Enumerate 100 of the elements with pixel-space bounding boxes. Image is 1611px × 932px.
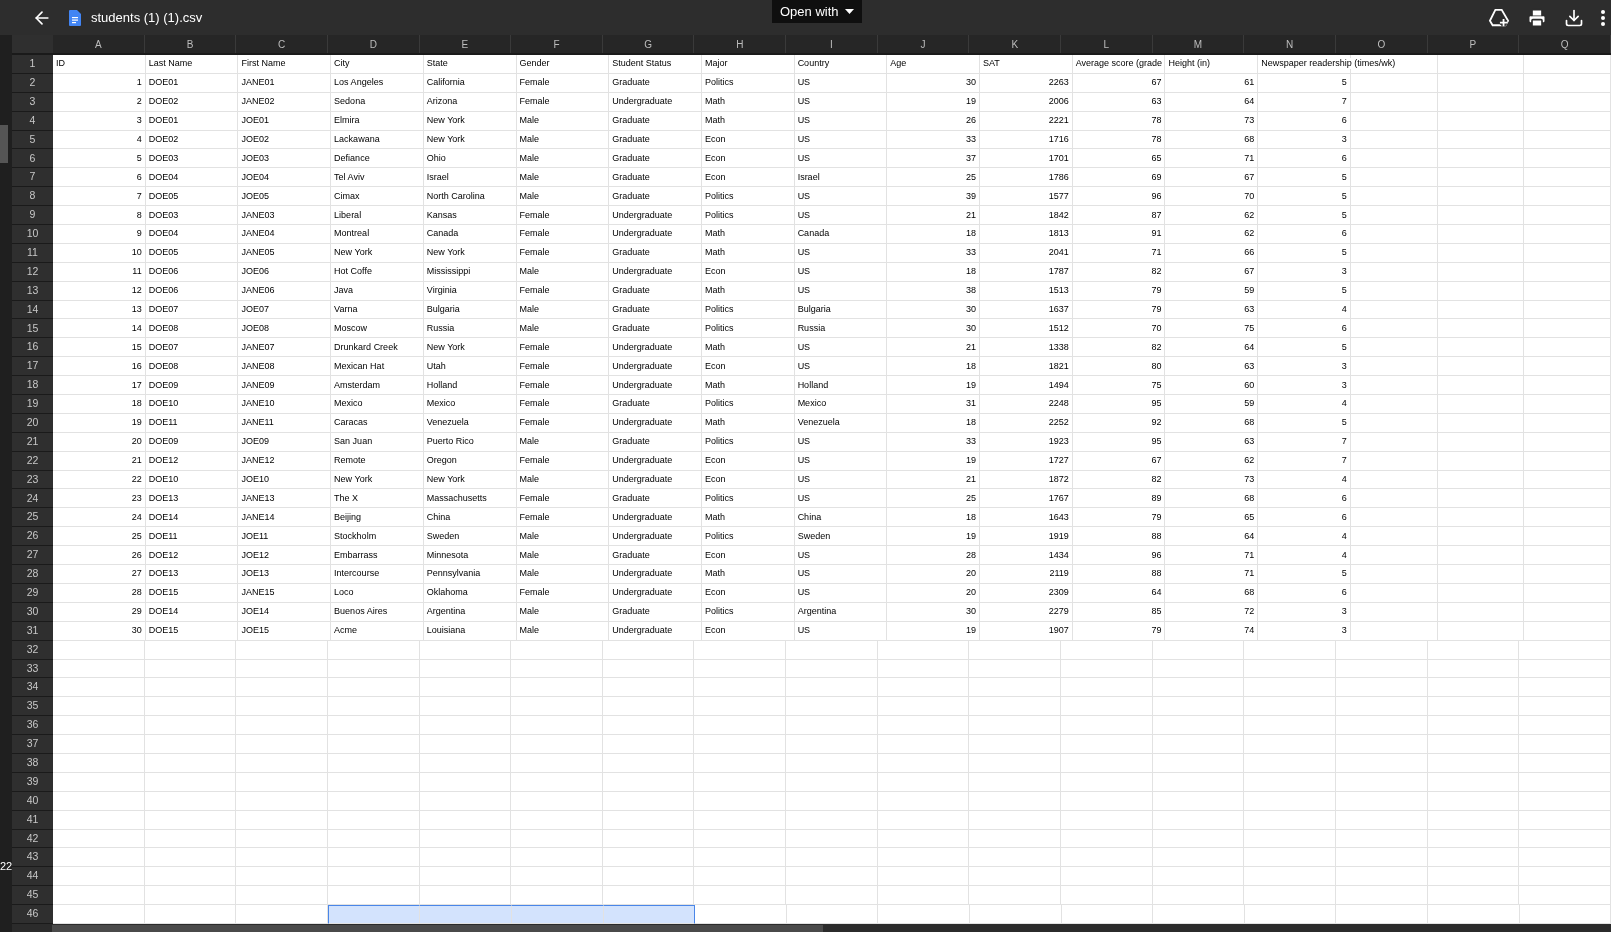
column-header[interactable]: L — [1061, 35, 1153, 53]
cell-text: 21 — [966, 341, 977, 353]
selected-cell[interactable] — [603, 905, 696, 924]
cell-text: US — [797, 492, 811, 504]
column-header[interactable]: D — [327, 35, 420, 53]
cell-text: 4 — [1341, 549, 1347, 561]
cell-text: Puerto Rico — [426, 436, 474, 448]
document-icon — [69, 9, 81, 26]
cell-text: 64 — [1244, 96, 1255, 108]
selected-cell[interactable] — [420, 905, 512, 924]
cell-text: Graduate — [612, 304, 650, 315]
cell-text: 5 — [1341, 190, 1347, 202]
cell-text: 60 — [1244, 379, 1255, 391]
column-header[interactable]: E — [419, 35, 512, 53]
column-header[interactable]: N — [1244, 35, 1336, 53]
cell-text: Sweden — [797, 530, 831, 542]
row-number[interactable]: 35 — [12, 697, 53, 717]
row-number[interactable]: 34 — [12, 678, 53, 698]
cell-text: JOE07 — [241, 304, 269, 315]
cell-text: Politics — [704, 304, 734, 315]
selected-cell[interactable] — [327, 905, 421, 924]
row-number[interactable]: 1 — [12, 55, 53, 74]
row-number[interactable]: 36 — [12, 716, 53, 736]
cell-text: 38 — [966, 285, 977, 297]
row-number[interactable]: 24 — [12, 489, 53, 509]
cell-text: Montreal — [334, 228, 370, 240]
cell-text: Canada — [426, 228, 459, 240]
column-header[interactable]: H — [694, 35, 787, 53]
cell-text: Male — [519, 322, 540, 334]
horizontal-scrollbar[interactable] — [52, 925, 823, 932]
cell-text: 71 — [1244, 152, 1255, 164]
row-number[interactable]: 6 — [12, 149, 53, 169]
cell-text: Female — [519, 587, 550, 599]
cell-text: 7 — [1341, 96, 1347, 108]
column-header[interactable]: C — [236, 35, 328, 53]
more-options-button[interactable] — [1601, 9, 1605, 26]
row-number[interactable]: 19 — [12, 395, 53, 414]
cell-text: 96 — [1151, 549, 1162, 561]
cell-text: 78 — [1151, 134, 1162, 145]
row-number[interactable]: 46 — [12, 905, 53, 924]
row-number[interactable]: 43 — [12, 848, 53, 868]
cell-text: New York — [426, 247, 465, 259]
cell-text: Male — [519, 474, 540, 486]
row-number[interactable]: 45 — [12, 886, 53, 906]
column-header[interactable]: J — [877, 35, 970, 53]
print-button[interactable] — [1527, 7, 1547, 28]
row-number[interactable]: 44 — [12, 867, 53, 887]
cell-text: 22 — [131, 474, 142, 486]
cell-text: DOE15 — [148, 587, 179, 599]
drive-add-icon[interactable] — [1488, 7, 1510, 28]
open-with-button[interactable]: Open with — [772, 0, 862, 23]
cell-text: Liberal — [334, 209, 362, 221]
cell-text: 79 — [1151, 285, 1162, 297]
cell-text: 19 — [131, 417, 142, 429]
scroll-thumb[interactable] — [0, 125, 8, 163]
column-header[interactable]: I — [786, 35, 878, 53]
cell-text: Male — [519, 625, 540, 637]
row-number[interactable]: 17 — [12, 357, 53, 377]
cell-text: 1513 — [1048, 285, 1069, 297]
column-header[interactable]: F — [511, 35, 603, 53]
column-header[interactable]: P — [1427, 35, 1520, 53]
cell-text: 2006 — [1048, 96, 1069, 108]
cell-text: 62 — [1244, 455, 1255, 467]
cell-text: DOE12 — [148, 455, 179, 467]
row-number[interactable]: 8 — [12, 187, 53, 207]
cell-text: Undergraduate — [612, 96, 673, 108]
row-number[interactable]: 7 — [12, 168, 53, 188]
cell-text: Male — [519, 266, 540, 278]
row-number[interactable]: 15 — [12, 319, 53, 339]
download-button[interactable] — [1564, 7, 1584, 28]
cell-text: JANE04 — [241, 228, 275, 240]
column-header[interactable]: B — [144, 35, 237, 53]
row-number[interactable]: 10 — [12, 225, 53, 244]
column-header[interactable]: G — [602, 35, 695, 53]
column-header[interactable]: M — [1152, 35, 1245, 53]
cell-text: Graduate — [612, 436, 650, 448]
row-number[interactable]: 28 — [12, 565, 53, 584]
row-number[interactable]: 37 — [12, 735, 53, 754]
cell-text: Hot Coffe — [334, 266, 372, 278]
row-number[interactable]: 25 — [12, 508, 53, 528]
cell-text: 5 — [1341, 341, 1347, 353]
column-header[interactable]: K — [969, 35, 1062, 53]
cell-text: Male — [519, 304, 540, 315]
cell-text: Undergraduate — [612, 511, 673, 523]
cell-text: 2263 — [1048, 77, 1069, 89]
cell-text: 88 — [1151, 568, 1162, 580]
row-number[interactable]: 9 — [12, 206, 53, 225]
column-header[interactable]: Q — [1519, 35, 1611, 53]
column-header[interactable]: A — [53, 35, 145, 53]
column-header[interactable]: O — [1335, 35, 1428, 53]
row-number[interactable]: 27 — [12, 546, 53, 566]
selected-cell[interactable] — [511, 905, 604, 924]
cell-text: 75 — [1151, 379, 1162, 391]
cell-text: 28 — [966, 549, 977, 561]
cell-text: Female — [519, 77, 550, 89]
cell-text: 4 — [1341, 474, 1347, 486]
row-number[interactable]: 18 — [12, 376, 53, 396]
row-number[interactable]: 26 — [12, 527, 53, 547]
row-number[interactable]: 16 — [12, 338, 53, 358]
cell-text: US — [797, 152, 811, 164]
